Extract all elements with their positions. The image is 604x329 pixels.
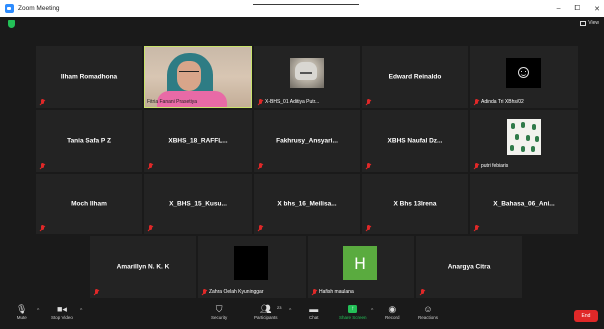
share-screen-arrow-icon: ↑ — [348, 305, 358, 313]
view-button[interactable]: View — [580, 20, 599, 26]
participant-tile[interactable]: Anargya Citra — [416, 236, 522, 298]
participant-name: Amarillyn N. K. K — [116, 263, 170, 271]
close-button[interactable]: ✕ — [594, 5, 600, 13]
zoom-app-icon — [5, 4, 14, 13]
participants-icon: 👥︎ — [260, 303, 272, 314]
participant-tile[interactable]: X_BHS_15_Kusu... — [144, 174, 252, 234]
video-camera-icon: ■◂ — [56, 303, 67, 314]
avatar: H — [343, 246, 377, 280]
participant-name: Adinda Tri XBhs/02 — [481, 99, 524, 105]
participant-tile[interactable]: X bhs_16_Meilisa... — [254, 174, 360, 234]
audio-options-chevron-icon[interactable]: ^ — [37, 308, 39, 314]
participant-tile[interactable]: Moch Ilham — [36, 174, 142, 234]
mic-muted-icon — [39, 99, 45, 105]
record-button[interactable]: ◉ Record — [385, 303, 400, 321]
mic-muted-icon — [365, 99, 371, 105]
share-screen-button[interactable]: ↑ Share Screen — [339, 303, 367, 320]
minimize-button[interactable]: – — [557, 5, 561, 12]
profile-picture — [234, 246, 268, 280]
participant-name: Anargya Citra — [447, 263, 491, 271]
meeting-topbar: View — [0, 17, 604, 31]
security-button[interactable]: ⛉ Security — [211, 303, 227, 321]
maximize-button[interactable]: ⧠ — [575, 5, 581, 13]
smiley-plus-icon: ☺ — [423, 304, 433, 314]
participants-count: 23 — [277, 305, 282, 310]
mic-muted-icon — [257, 163, 263, 169]
participant-tile-active-speaker[interactable]: Fitria Fanani Prasetiya — [144, 46, 252, 108]
participant-name: Fitria Fanani Prasetiya — [147, 99, 198, 105]
participant-name: Zahra Oelah Kyuninggar — [209, 289, 264, 295]
security-shield-icon[interactable] — [8, 20, 15, 28]
participant-name: X_Bahasa_06_Ani... — [493, 200, 555, 208]
participant-tile[interactable]: X_Bahasa_06_Ani... — [470, 174, 578, 234]
mic-muted-icon — [257, 225, 263, 231]
participant-tile[interactable]: H Hafish maulana — [308, 236, 414, 298]
shield-icon: ⛉ — [215, 303, 223, 314]
grid-view-icon — [580, 20, 587, 26]
participant-name: Moch Ilham — [71, 200, 107, 208]
mic-muted-icon — [257, 99, 263, 105]
chat-bubble-icon: ▬ — [309, 304, 319, 314]
participant-tile[interactable]: Fakhrusy_Ansyari... — [254, 110, 360, 172]
participant-name: Edward Reinaldo — [388, 73, 442, 81]
window-titlebar: Zoom Meeting – ⧠ ✕ — [0, 0, 604, 17]
participant-tile[interactable]: Amarillyn N. K. K — [90, 236, 196, 298]
mic-muted-icon — [147, 225, 153, 231]
participant-name: X-BHS_01 Aditiya Putr... — [265, 99, 320, 105]
title-divider — [253, 4, 359, 5]
participant-tile[interactable]: Edward Reinaldo — [362, 46, 468, 108]
participant-name: putri febiaris — [481, 163, 509, 169]
participant-name: Ilham Romadhona — [60, 73, 118, 81]
participant-tile[interactable]: XBHS Naufal Dz... — [362, 110, 468, 172]
participant-tile[interactable]: XBHS_18_RAFFL... — [144, 110, 252, 172]
window-title: Zoom Meeting — [18, 5, 60, 12]
mic-muted-icon — [473, 163, 479, 169]
mic-muted-icon — [365, 225, 371, 231]
mic-muted-icon — [419, 289, 425, 295]
participant-name: XBHS_18_RAFFL... — [168, 137, 228, 145]
end-meeting-button[interactable]: End — [574, 310, 598, 322]
profile-picture — [506, 58, 541, 88]
microphone-icon: 🎙︎ — [16, 303, 28, 314]
mic-muted-icon — [93, 289, 99, 295]
participant-name: Fakhrusy_Ansyari... — [276, 137, 338, 145]
mic-muted-icon — [39, 163, 45, 169]
participant-tile[interactable]: putri febiaris — [470, 110, 578, 172]
participant-video — [145, 47, 251, 107]
participants-button[interactable]: 👥︎ Participants — [254, 303, 278, 321]
participant-tile[interactable]: Tania Safa P Z — [36, 110, 142, 172]
participant-name: XBHS Naufal Dz... — [387, 137, 443, 145]
participant-name: Hafish maulana — [319, 289, 354, 295]
participant-name: X_BHS_15_Kusu... — [169, 200, 227, 208]
participant-name: Tania Safa P Z — [67, 137, 111, 145]
video-options-chevron-icon[interactable]: ^ — [80, 308, 82, 314]
mic-muted-icon — [201, 289, 207, 295]
meeting-toolbar: 🎙︎ Mute ^ ■◂ Stop Video ^ ⛉ Security 👥︎ … — [0, 301, 604, 329]
record-icon: ◉ — [388, 303, 397, 314]
participant-tile[interactable]: X-BHS_01 Aditiya Putr... — [254, 46, 360, 108]
share-options-chevron-icon[interactable]: ^ — [371, 308, 373, 314]
mic-muted-icon — [147, 163, 153, 169]
profile-picture — [290, 58, 324, 88]
participant-tile[interactable]: Ilham Romadhona — [36, 46, 142, 108]
profile-picture — [507, 119, 541, 155]
view-label: View — [588, 20, 599, 26]
reactions-button[interactable]: ☺ Reactions — [418, 303, 438, 320]
mic-muted-icon — [39, 225, 45, 231]
mic-muted-icon — [473, 99, 479, 105]
participant-tile[interactable]: X Bhs 13Irena — [362, 174, 468, 234]
participants-options-chevron-icon[interactable]: ^ — [289, 308, 291, 314]
chat-button[interactable]: ▬ Chat — [309, 303, 319, 320]
participant-tile[interactable]: Adinda Tri XBhs/02 — [470, 46, 578, 108]
stop-video-button[interactable]: ■◂ Stop Video — [51, 303, 73, 321]
mic-muted-icon — [365, 163, 371, 169]
mic-muted-icon — [311, 289, 317, 295]
participant-name: X Bhs 13Irena — [393, 200, 437, 208]
mic-muted-icon — [473, 225, 479, 231]
mute-button[interactable]: 🎙︎ Mute — [16, 303, 28, 321]
participant-tile[interactable]: Zahra Oelah Kyuninggar — [198, 236, 306, 298]
participant-name: X bhs_16_Meilisa... — [277, 200, 337, 208]
